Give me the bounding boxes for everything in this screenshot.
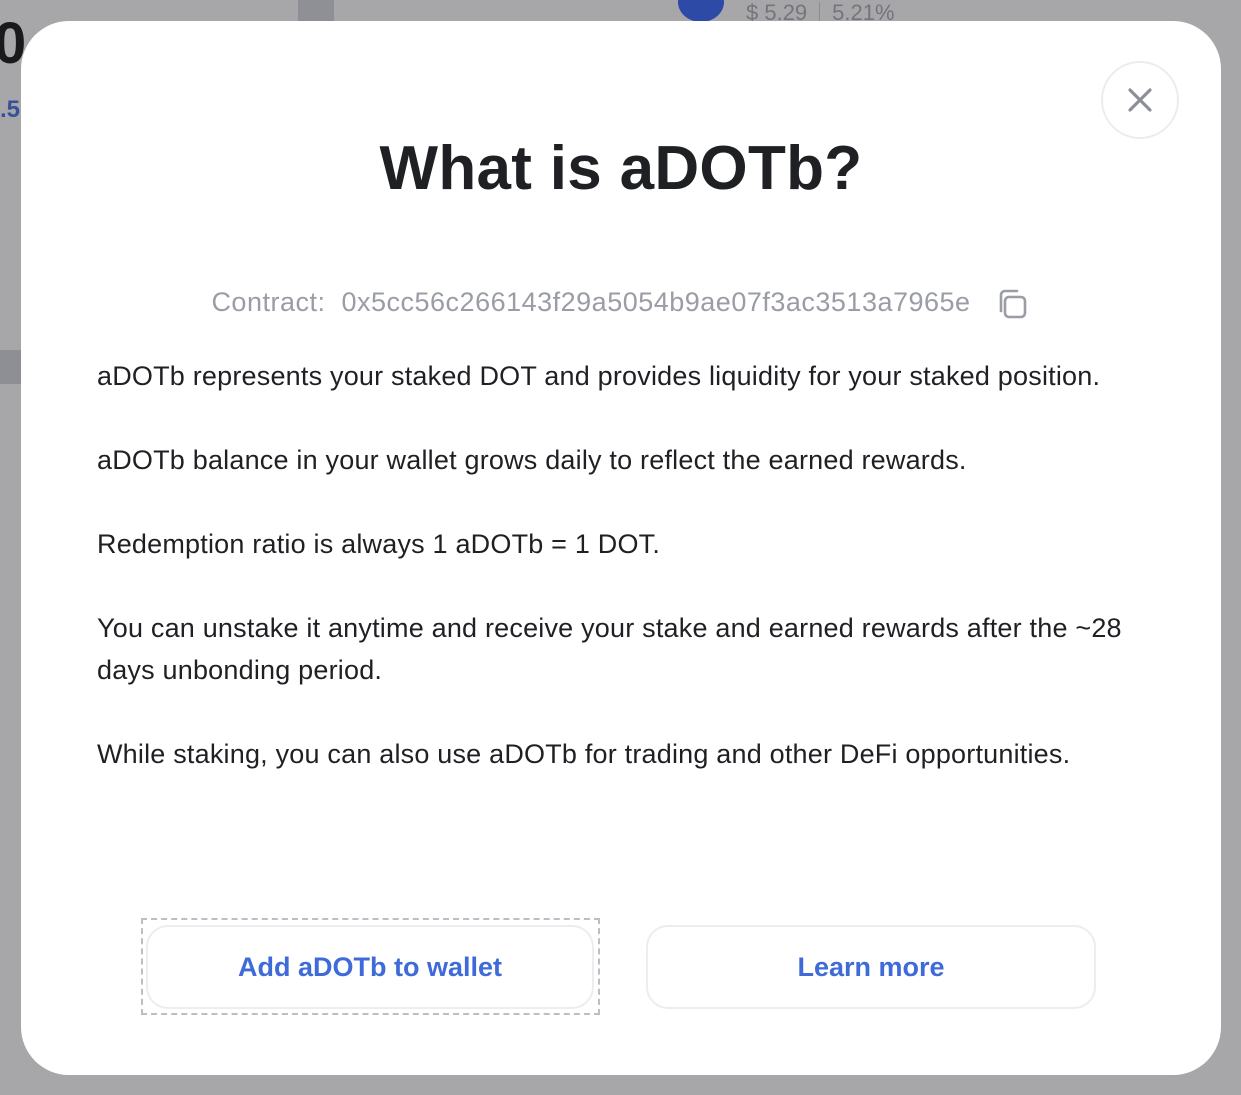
copy-icon bbox=[999, 289, 1026, 319]
description-paragraph: While staking, you can also use aDOTb fo… bbox=[97, 739, 1071, 769]
contract-label: Contract: bbox=[211, 286, 326, 317]
description-paragraph: aDOTb represents your staked DOT and pro… bbox=[97, 361, 1101, 391]
copy-address-button[interactable] bbox=[993, 285, 1031, 323]
description-paragraph: You can unstake it anytime and receive y… bbox=[97, 613, 1122, 685]
info-modal: What is aDOTb? Contract: 0x5cc56c266143f… bbox=[21, 21, 1221, 1075]
add-to-wallet-button[interactable]: Add aDOTb to wallet bbox=[146, 925, 594, 1009]
contract-row: Contract: 0x5cc56c266143f29a5054b9ae07f3… bbox=[21, 281, 1221, 323]
background-link-text: .5 bbox=[0, 96, 21, 123]
contract-address: 0x5cc56c266143f29a5054b9ae07f3ac3513a796… bbox=[341, 286, 971, 317]
description-paragraph: Redemption ratio is always 1 aDOTb = 1 D… bbox=[97, 529, 661, 559]
background-block bbox=[0, 350, 22, 384]
close-button[interactable] bbox=[1101, 61, 1179, 139]
modal-title: What is aDOTb? bbox=[379, 134, 863, 203]
description-paragraph: aDOTb balance in your wallet grows daily… bbox=[97, 445, 967, 475]
description: aDOTb represents your staked DOT and pro… bbox=[97, 355, 1137, 817]
learn-more-button[interactable]: Learn more bbox=[646, 925, 1096, 1009]
background-token-icon bbox=[678, 0, 724, 22]
close-icon bbox=[1128, 88, 1152, 112]
